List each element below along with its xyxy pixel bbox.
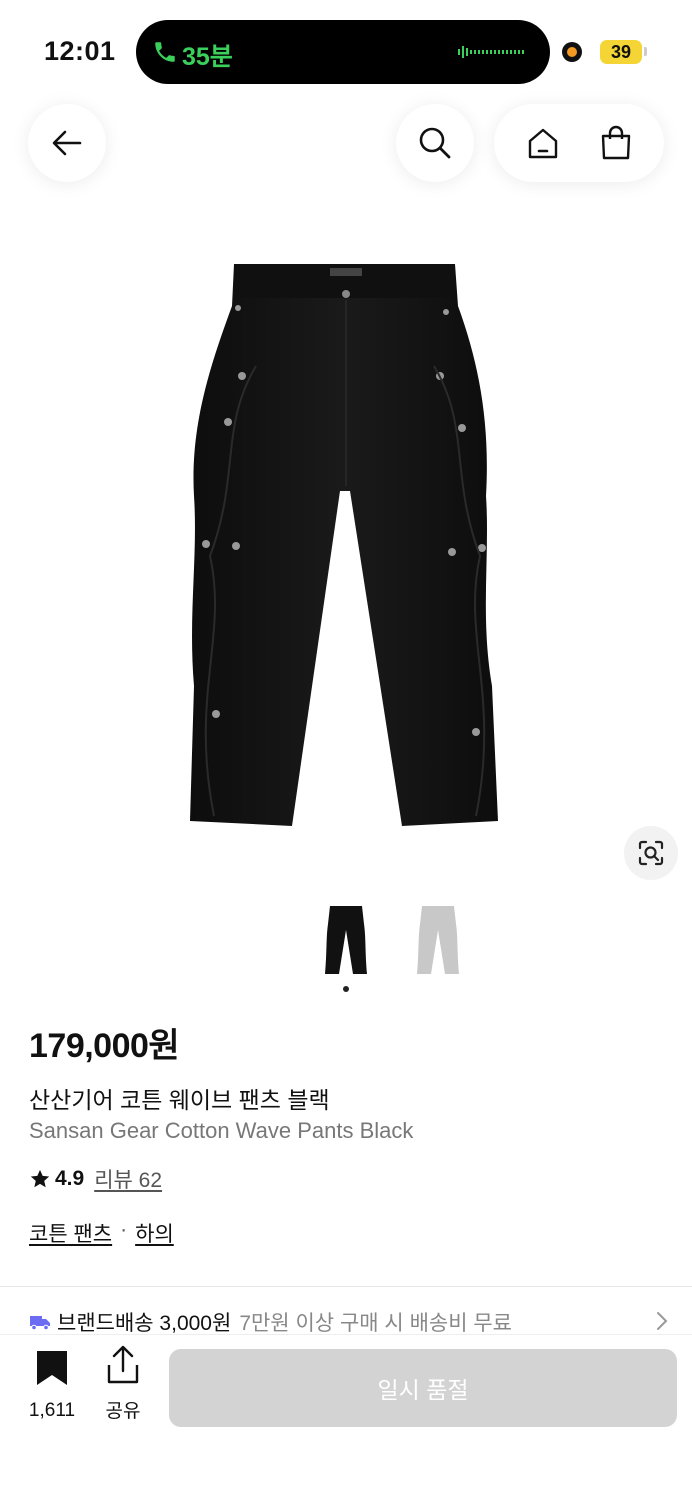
product-name-english: Sansan Gear Cotton Wave Pants Black [29,1118,414,1143]
pants-thumbnail-image [417,906,459,974]
shipping-info-row[interactable]: 브랜드배송 3,000원 7만원 이상 구매 시 배송비 무료 [29,1308,669,1336]
status-bar: 12:01 35분 39 [0,0,692,100]
product-image[interactable] [180,256,510,836]
phone-icon [155,42,175,62]
review-link[interactable]: 리뷰 62 [94,1164,162,1194]
category-link-cotton-pants[interactable]: 코튼 팬츠 [29,1218,112,1248]
sold-out-button[interactable]: 일시 품절 [169,1349,677,1427]
chevron-right-icon [657,1312,668,1330]
lens-icon [638,840,664,866]
search-icon [419,127,451,159]
bookmark-button[interactable]: 1,611 [24,1349,80,1422]
category-link-bottoms[interactable]: 하의 [135,1218,174,1248]
audio-wave-icon [458,46,524,58]
home-button[interactable] [513,113,573,173]
back-arrow-icon [52,130,82,156]
bookmark-count: 1,611 [28,1400,76,1421]
pants-thumbnail-image [325,906,367,974]
dynamic-island-call[interactable]: 35분 [136,20,550,84]
truck-icon [30,1316,50,1331]
category-separator: · [120,1218,128,1241]
shopping-bag-icon [601,125,630,160]
bookmark-icon [37,1351,67,1385]
rating-score: 4.9 [55,1167,85,1190]
thumbnail-grey[interactable] [414,902,462,978]
battery-cap [644,47,647,56]
home-icon [528,128,557,159]
carousel-page-dot [343,986,349,992]
battery-level: 39 [600,40,642,64]
star-icon [30,1169,50,1188]
thumbnail-black[interactable] [322,902,370,978]
recording-indicator-icon [562,42,582,62]
image-search-button[interactable] [624,826,678,880]
status-time: 12:01 [44,36,116,66]
search-button[interactable] [396,104,474,182]
shipping-brand-fee: 브랜드배송 3,000원 [57,1312,232,1335]
product-name-korean: 산산기어 코튼 웨이브 팬츠 블랙 [29,1087,330,1113]
cart-button[interactable] [586,113,646,173]
category-breadcrumb: 코튼 팬츠 · 하의 [29,1218,174,1248]
back-button[interactable] [28,104,106,182]
rating-row: 4.9 리뷰 62 [29,1164,162,1194]
shipping-free-condition: 7만원 이상 구매 시 배송비 무료 [239,1312,513,1335]
product-price: 179,000원 [29,1027,180,1065]
share-icon [107,1345,139,1384]
share-button[interactable]: 공유 [98,1345,148,1423]
color-thumbnails [322,902,462,978]
call-duration: 35분 [182,43,233,71]
section-divider [0,1286,692,1287]
nav-actions-pill [494,104,664,182]
bottom-action-bar: 1,611 공유 일시 품절 [0,1334,692,1500]
share-label: 공유 [105,1401,141,1422]
